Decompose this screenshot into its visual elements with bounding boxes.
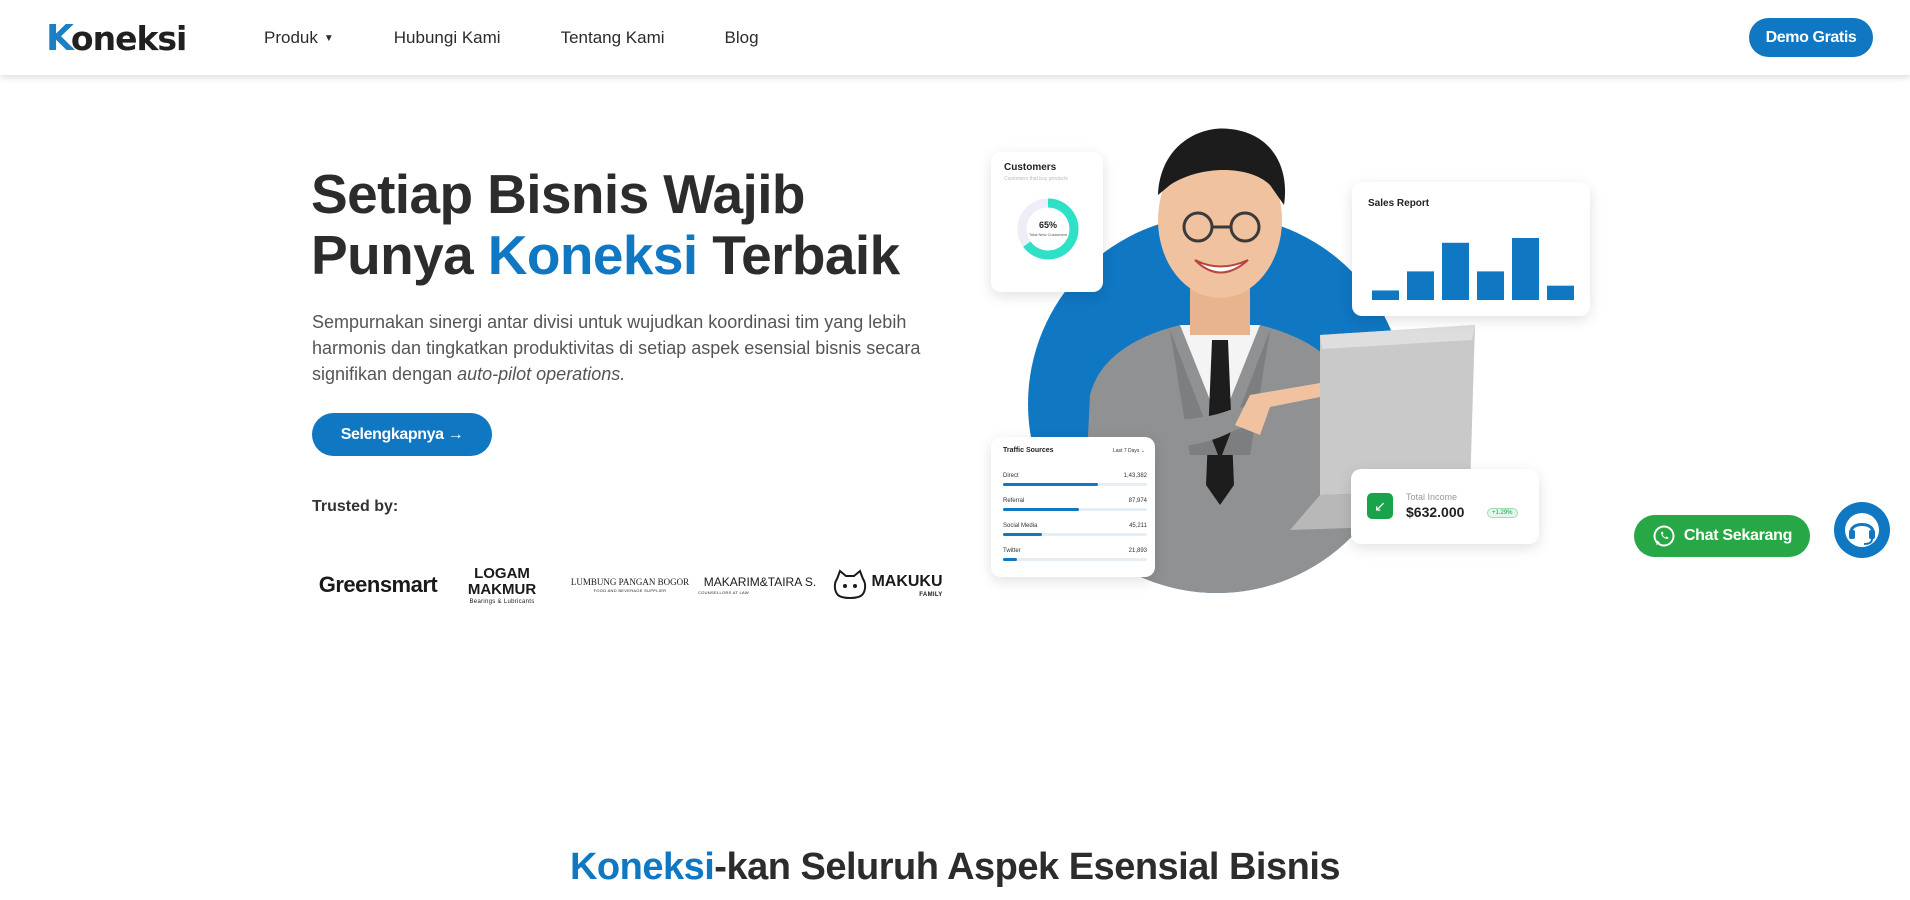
traffic-row: Twitter 21,893 bbox=[1003, 548, 1147, 568]
traffic-row: Referral 87,974 bbox=[1003, 498, 1147, 518]
traffic-row-value: 1,43,382 bbox=[1123, 473, 1147, 479]
total-income-card: ↙ Total Income $632.000 +1.29% bbox=[1351, 469, 1539, 544]
hero-title: Setiap Bisnis Wajib Punya Koneksi Terbai… bbox=[311, 163, 900, 286]
traffic-row-label: Referral bbox=[1003, 498, 1025, 504]
traffic-row-value: 21,893 bbox=[1128, 548, 1147, 554]
koneksi-logo[interactable]: Koneksi bbox=[46, 17, 187, 59]
traffic-row-label: Direct bbox=[1003, 473, 1019, 479]
traffic-bar bbox=[1003, 533, 1042, 536]
selengkapnya-button[interactable]: Selengkapnya → bbox=[312, 413, 492, 456]
sales-bar bbox=[1547, 285, 1574, 300]
nav-item-hubungi-kami[interactable]: Hubungi Kami bbox=[394, 28, 501, 48]
logam-makmur-logo: LOGAM MAKMUR Bearings & Lubricants bbox=[467, 564, 537, 605]
traffic-row-value: 87,974 bbox=[1128, 498, 1147, 504]
sales-bar bbox=[1372, 290, 1399, 300]
demo-gratis-button[interactable]: Demo Gratis bbox=[1749, 18, 1873, 57]
arrow-down-left-icon: ↙ bbox=[1367, 493, 1393, 519]
svg-text:65%: 65% bbox=[1039, 220, 1057, 230]
site-header: Koneksi Produk ▼ Hubungi Kami Tentang Kam… bbox=[0, 0, 1910, 75]
traffic-row-label: Social Media bbox=[1003, 523, 1038, 529]
nav-item-produk[interactable]: Produk ▼ bbox=[264, 28, 334, 48]
nav-item-tentang-kami[interactable]: Tentang Kami bbox=[561, 28, 665, 48]
sales-bar bbox=[1512, 238, 1539, 300]
customers-card: Customers Customers that buy products 65… bbox=[991, 152, 1103, 292]
traffic-row-value: 45,211 bbox=[1129, 523, 1147, 529]
main-nav: Produk ▼ Hubungi Kami Tentang Kami Blog bbox=[264, 0, 819, 75]
traffic-bar bbox=[1003, 508, 1080, 511]
traffic-bar bbox=[1003, 483, 1099, 486]
makarim-taira-logo: MAKARIM&TAIRA S. COUNSELLORS AT LAW bbox=[698, 575, 817, 595]
sales-report-card: Sales Report bbox=[1352, 182, 1590, 316]
traffic-range-select[interactable]: Last 7 Days ⌄ bbox=[1113, 448, 1145, 454]
trusted-logos: Greensmart LOGAM MAKMUR Bearings & Lubri… bbox=[312, 555, 943, 615]
sales-bar bbox=[1477, 271, 1504, 300]
traffic-bar-track bbox=[1003, 558, 1147, 561]
income-change-badge: +1.29% bbox=[1487, 508, 1518, 518]
traffic-bar bbox=[1003, 558, 1018, 561]
hero-description: Sempurnakan sinergi antar divisi untuk w… bbox=[312, 312, 921, 384]
sales-bar bbox=[1442, 242, 1469, 300]
whatsapp-icon bbox=[1653, 525, 1675, 547]
traffic-row: Social Media 45,211 bbox=[1003, 523, 1147, 543]
sales-report-chart bbox=[1372, 238, 1574, 300]
chevron-down-icon: ▼ bbox=[323, 32, 334, 44]
makuku-logo: MAKUKU FAMILY bbox=[830, 555, 946, 615]
greensmart-logo: Greensmart bbox=[318, 572, 438, 597]
traffic-sources-card: Traffic Sources Last 7 Days ⌄ Direct 1,43… bbox=[991, 437, 1155, 577]
headset-icon bbox=[1845, 513, 1879, 547]
customer-support-button[interactable] bbox=[1834, 502, 1890, 558]
sales-bar bbox=[1407, 271, 1434, 300]
cat-face-icon bbox=[834, 569, 867, 599]
nav-item-blog[interactable]: Blog bbox=[725, 28, 759, 48]
svg-text:Total New Customers: Total New Customers bbox=[1029, 232, 1067, 237]
section-title: Koneksi-kan Seluruh Aspek Esensial Bisni… bbox=[569, 846, 1341, 888]
customers-donut: 65% Total New Customers bbox=[1017, 198, 1079, 260]
chat-sekarang-button[interactable]: Chat Sekarang bbox=[1634, 515, 1810, 557]
lumbung-pangan-bogor-logo: LUMBUNG PANGAN BOGOR FOOD AND BEVERAGE S… bbox=[570, 577, 690, 593]
traffic-row: Direct 1,43,382 bbox=[1003, 473, 1147, 493]
trusted-by-label: Trusted by: bbox=[312, 498, 399, 515]
traffic-row-label: Twitter bbox=[1003, 548, 1021, 554]
